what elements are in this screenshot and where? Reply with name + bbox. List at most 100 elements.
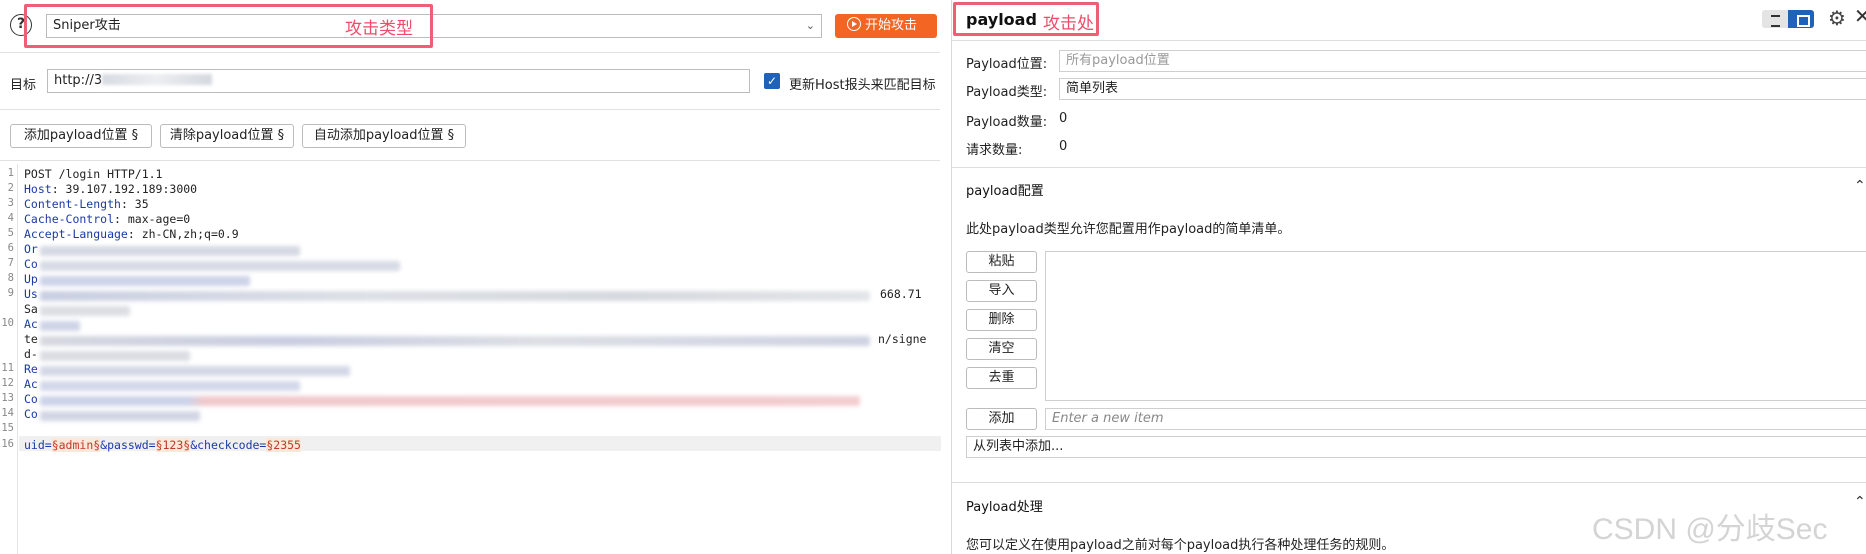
divider xyxy=(0,52,940,53)
header-redacted: Sa xyxy=(24,302,38,316)
payload-count-label: Payload数量: xyxy=(966,115,1048,130)
header-value-tail: n/signe xyxy=(878,332,927,346)
payload-type-select[interactable]: 简单列表 xyxy=(1059,78,1866,100)
line-number: 5 xyxy=(7,227,14,239)
request-count-value: 0 xyxy=(1059,139,1068,154)
line-number: 3 xyxy=(7,197,14,209)
divider xyxy=(952,40,1866,41)
payload-config-header[interactable]: payload配置 xyxy=(966,180,1044,199)
paste-button[interactable]: 粘贴 xyxy=(966,251,1037,273)
panel-view-icon[interactable] xyxy=(1788,10,1814,28)
payload-list[interactable] xyxy=(1045,251,1866,401)
header-redacted: te xyxy=(24,332,38,346)
target-input[interactable]: http://3 xyxy=(47,69,750,93)
start-attack-button[interactable]: 开始攻击 xyxy=(835,14,937,38)
redacted-text xyxy=(40,381,300,391)
divider xyxy=(0,160,940,161)
body-param-key: uid= xyxy=(24,438,52,452)
header-host: Host: 39.107.192.189:3000 xyxy=(24,182,197,196)
header-value: : max-age=0 xyxy=(114,212,191,226)
gear-icon[interactable]: ⚙ xyxy=(1828,8,1846,28)
payload-config-description: 此处payload类型允许您配置用作payload的简单清单。 xyxy=(966,222,1291,237)
redacted-text xyxy=(40,351,190,361)
add-button[interactable]: 添加 xyxy=(966,408,1037,430)
divider xyxy=(952,167,1866,168)
auto-add-payload-position-button[interactable]: 自动添加payload位置 § xyxy=(302,124,466,148)
close-icon[interactable]: ✕ xyxy=(1854,6,1866,26)
list-view-icon[interactable] xyxy=(1762,10,1788,28)
attack-config-pane: ? Sniper攻击 ⌄ 开始攻击 攻击类型 目标 http://3 ✓ 更新H… xyxy=(0,0,941,554)
header-accept-language: Accept-Language: zh-CN,zh;q=0.9 xyxy=(24,227,239,241)
add-from-list-select[interactable]: 从列表中添加... xyxy=(966,436,1866,458)
line-number: 4 xyxy=(7,212,14,224)
redacted-text xyxy=(40,246,300,256)
redacted-text xyxy=(40,366,350,376)
chevron-down-icon: ⌄ xyxy=(805,19,815,32)
remove-button[interactable]: 删除 xyxy=(966,309,1037,331)
new-item-input[interactable]: Enter a new item xyxy=(1045,408,1866,430)
play-icon xyxy=(847,17,861,31)
redacted-text xyxy=(40,411,200,421)
redacted-text xyxy=(40,321,80,331)
header-redacted: Co xyxy=(24,257,38,271)
update-host-label: 更新Host报头来匹配目标 xyxy=(789,78,936,93)
update-host-checkbox[interactable]: ✓ xyxy=(764,73,780,89)
payload-type-value: 简单列表 xyxy=(1066,81,1119,96)
payload-marker: §123§ xyxy=(155,438,191,452)
redacted-host xyxy=(102,74,213,85)
line-number: 1 xyxy=(7,167,14,179)
body-param-key: &checkcode= xyxy=(190,438,267,452)
redacted-text xyxy=(40,336,870,346)
line-number: 14 xyxy=(1,407,14,419)
header-cache-control: Cache-Control: max-age=0 xyxy=(24,212,190,226)
request-body: uid=§admin§&passwd=§123§&checkcode=§2355 xyxy=(24,438,301,452)
chevron-up-icon[interactable]: ⌃ xyxy=(1854,178,1866,194)
redacted-text xyxy=(40,276,250,286)
clear-button[interactable]: 清空 xyxy=(966,338,1037,360)
redacted-text xyxy=(40,291,870,301)
header-key: Host xyxy=(24,182,52,196)
load-button[interactable]: 导入 xyxy=(966,280,1037,302)
payload-position-select[interactable]: 所有payload位置 xyxy=(1059,50,1866,72)
view-toggle[interactable] xyxy=(1762,10,1814,28)
clear-payload-position-button[interactable]: 清除payload位置 § xyxy=(160,124,294,148)
line-number: 15 xyxy=(1,422,14,434)
redacted-text xyxy=(40,306,130,316)
deduplicate-button[interactable]: 去重 xyxy=(966,367,1037,389)
watermark: CSDN @分歧Sec xyxy=(1592,513,1828,546)
header-value: : 39.107.192.189:3000 xyxy=(51,182,198,196)
redacted-text xyxy=(40,261,400,271)
line-number: 2 xyxy=(7,182,14,194)
header-redacted: Co xyxy=(24,392,38,406)
line-number: 13 xyxy=(1,392,14,404)
payload-processing-header[interactable]: Payload处理 xyxy=(966,496,1043,515)
add-from-list-label: 从列表中添加... xyxy=(973,439,1064,454)
header-redacted: Us xyxy=(24,287,38,301)
header-key: Content-Length xyxy=(24,197,121,211)
header-key: Accept-Language xyxy=(24,227,128,241)
payload-pane: payload 攻击处 ⚙ ✕ Payload位置: 所有payload位置 P… xyxy=(951,0,1866,554)
header-redacted: Up xyxy=(24,272,38,286)
redacted-text xyxy=(40,396,860,406)
payload-position-label: Payload位置: xyxy=(966,57,1048,72)
request-editor[interactable]: 1 2 3 4 5 6 7 8 9 10 11 12 13 14 15 16 P… xyxy=(0,164,941,554)
line-number: 9 xyxy=(7,287,14,299)
payload-marker: §2355 xyxy=(266,438,301,452)
request-line: POST /login HTTP/1.1 xyxy=(24,167,163,181)
chevron-up-icon[interactable]: ⌃ xyxy=(1854,494,1866,510)
line-number: 16 xyxy=(1,438,14,450)
add-payload-position-button[interactable]: 添加payload位置 § xyxy=(10,124,152,148)
line-number: 12 xyxy=(1,377,14,389)
payload-type-label: Payload类型: xyxy=(966,85,1048,100)
target-label: 目标 xyxy=(10,78,37,93)
line-number: 10 xyxy=(1,317,14,329)
body-param-key: &passwd= xyxy=(100,438,156,452)
payload-processing-description: 您可以定义在使用payload之前对每个payload执行各种处理任务的规则。 xyxy=(966,538,1395,553)
line-number: 11 xyxy=(1,362,14,374)
header-redacted: Re xyxy=(24,362,38,376)
header-key: Cache-Control xyxy=(24,212,115,226)
payload-count-value: 0 xyxy=(1059,111,1068,126)
header-value: : 35 xyxy=(120,197,149,211)
target-value: http://3 xyxy=(54,73,103,88)
header-value-tail: 668.71 xyxy=(880,287,922,301)
